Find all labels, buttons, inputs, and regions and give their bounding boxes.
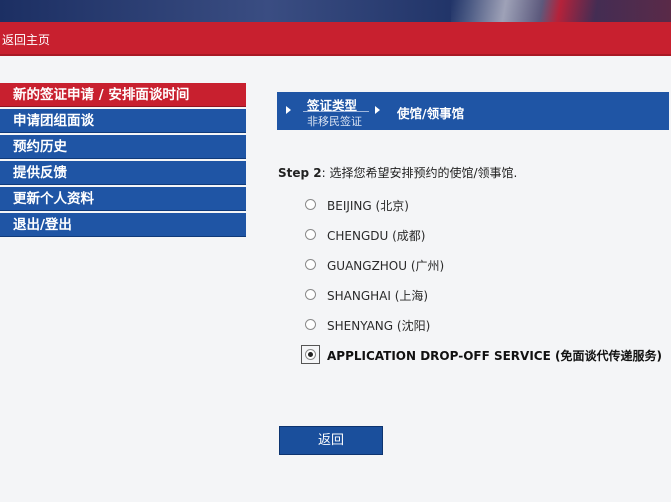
sidebar-item-logout[interactable]: 退出/登出 — [0, 213, 246, 237]
top-banner — [0, 0, 671, 22]
sidebar-item-new-application[interactable]: 新的签证申请 / 安排面谈时间 — [0, 83, 246, 107]
chevron-right-icon — [375, 106, 380, 114]
step-instruction: Step 2: 选择您希望安排预约的使馆/领事馆. — [278, 164, 517, 181]
step-divider — [303, 111, 369, 112]
step-visa-type-value: 非移民签证 — [307, 115, 362, 128]
radio-button[interactable] — [305, 229, 316, 240]
sidebar-menu: 新的签证申请 / 安排面谈时间 申请团组面谈 预约历史 提供反馈 更新个人资料 … — [0, 83, 246, 239]
step-embassy-title: 使馆/领事馆 — [397, 106, 465, 121]
instruction-text: : 选择您希望安排预约的使馆/领事馆. — [321, 166, 518, 180]
option-label: GUANGZHOU (广州) — [327, 259, 445, 273]
sidebar-item-update-profile[interactable]: 更新个人资料 — [0, 187, 246, 211]
radio-button[interactable] — [305, 289, 316, 300]
option-label: SHENYANG (沈阳) — [327, 319, 431, 333]
option-label: CHENGDU (成都) — [327, 229, 426, 243]
radio-button[interactable] — [305, 319, 316, 330]
sidebar-item-appointment-history[interactable]: 预约历史 — [0, 135, 246, 159]
radio-button-checked[interactable] — [305, 349, 316, 360]
sidebar-item-feedback[interactable]: 提供反馈 — [0, 161, 246, 185]
step-progress-bar: 签证类型 非移民签证 使馆/领事馆 — [277, 92, 669, 130]
back-button[interactable]: 返回 — [279, 426, 383, 455]
banner-decoration — [451, 0, 631, 22]
option-label: APPLICATION DROP-OFF SERVICE (免面谈代传递服务) — [327, 349, 662, 363]
option-label: BEIJING (北京) — [327, 199, 409, 213]
home-link[interactable]: 返回主页 — [2, 31, 50, 48]
step-number-label: Step 2 — [278, 166, 322, 180]
step-embassy: 使馆/领事馆 — [372, 92, 572, 130]
step-visa-type: 签证类型 非移民签证 — [277, 92, 372, 130]
header-bar: 返回主页 — [0, 22, 671, 56]
chevron-right-icon — [286, 106, 291, 114]
option-label: SHANGHAI (上海) — [327, 289, 429, 303]
radio-button[interactable] — [305, 259, 316, 270]
sidebar-item-group-interview[interactable]: 申请团组面谈 — [0, 109, 246, 133]
radio-button[interactable] — [305, 199, 316, 210]
